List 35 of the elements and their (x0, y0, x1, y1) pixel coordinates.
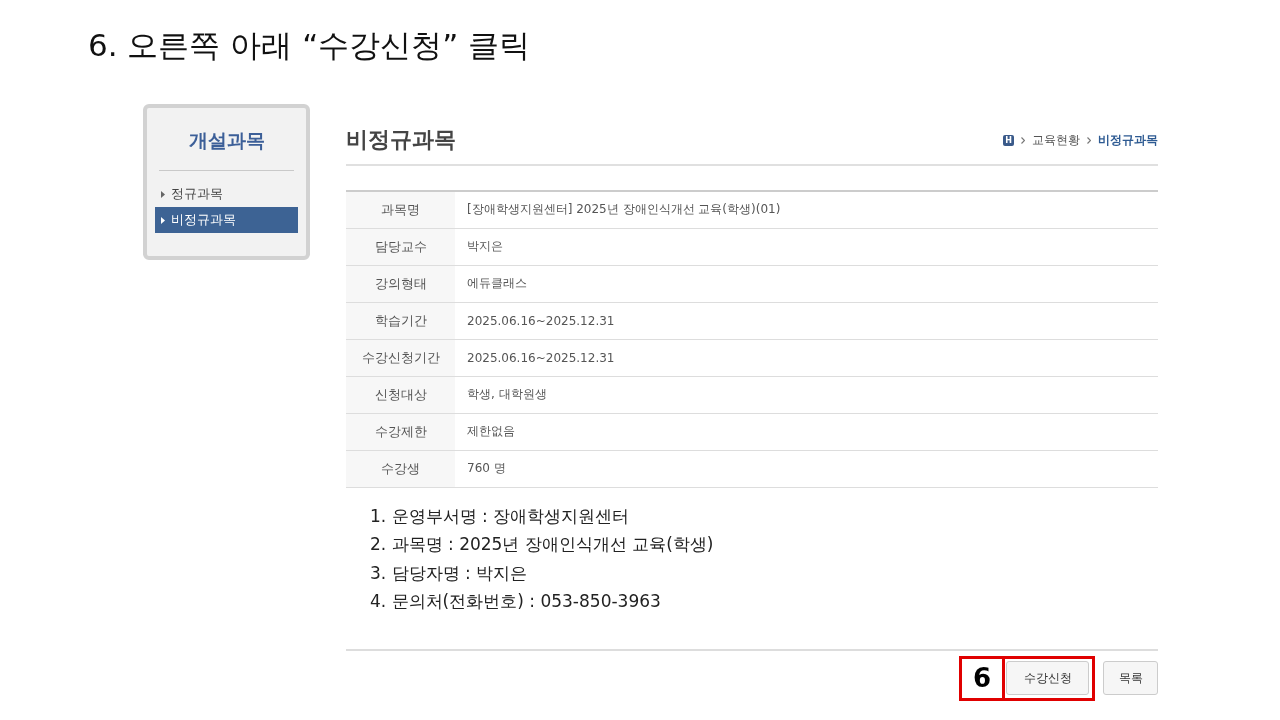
apply-button[interactable]: 수강신청 (1006, 661, 1089, 695)
field-value: [장애학생지원센터] 2025년 장애인식개선 교육(학생)(01) (455, 191, 1158, 228)
triangle-icon (161, 190, 165, 198)
field-value: 760 명 (455, 450, 1158, 487)
field-value: 에듀클래스 (455, 265, 1158, 302)
field-label: 강의형태 (346, 265, 455, 302)
page-heading: 비정규과목 (346, 126, 456, 154)
field-value: 학생, 대학원생 (455, 376, 1158, 413)
note-line: 4. 문의처(전화번호) : 053-850-3963 (370, 590, 662, 613)
slide-title: 6. 오른쪽 아래 “수강신청” 클릭 (88, 26, 532, 65)
sidebar-item[interactable]: 정규과목 (155, 181, 298, 207)
step-number: 6 (959, 655, 1005, 701)
chevron-icon (1021, 136, 1025, 144)
note-line: 1. 운영부서명 : 장애학생지원센터 (370, 504, 631, 528)
triangle-icon (161, 216, 165, 224)
sidebar-title: 개설과목 (187, 128, 266, 153)
note-line: 3. 담당자명 : 박지은 (370, 561, 529, 585)
field-label: 신청대상 (346, 376, 455, 413)
field-value: 박지은 (455, 228, 1158, 265)
note-line: 2. 과목명 : 2025년 장애인식개선 교육(학생) (370, 533, 715, 556)
field-label: 수강제한 (346, 413, 455, 450)
breadcrumb-link[interactable]: 교육현황 (1032, 131, 1080, 149)
sidebar-item[interactable]: 비정규과목 (155, 207, 298, 233)
list-button[interactable]: 목록 (1103, 661, 1158, 695)
field-label: 수강생 (346, 450, 455, 487)
field-label: 학습기간 (346, 302, 455, 339)
field-value: 제한없음 (455, 413, 1158, 450)
breadcrumb-link[interactable]: 비정규과목 (1098, 131, 1158, 149)
field-value: 2025.06.16~2025.12.31 (455, 302, 1158, 339)
home-link[interactable]: H (1003, 134, 1014, 146)
field-label: 담당교수 (346, 228, 455, 265)
field-value: 2025.06.16~2025.12.31 (455, 339, 1158, 376)
chevron-icon (1087, 136, 1091, 144)
field-label: 과목명 (346, 191, 455, 228)
field-label: 수강신청기간 (346, 339, 455, 376)
